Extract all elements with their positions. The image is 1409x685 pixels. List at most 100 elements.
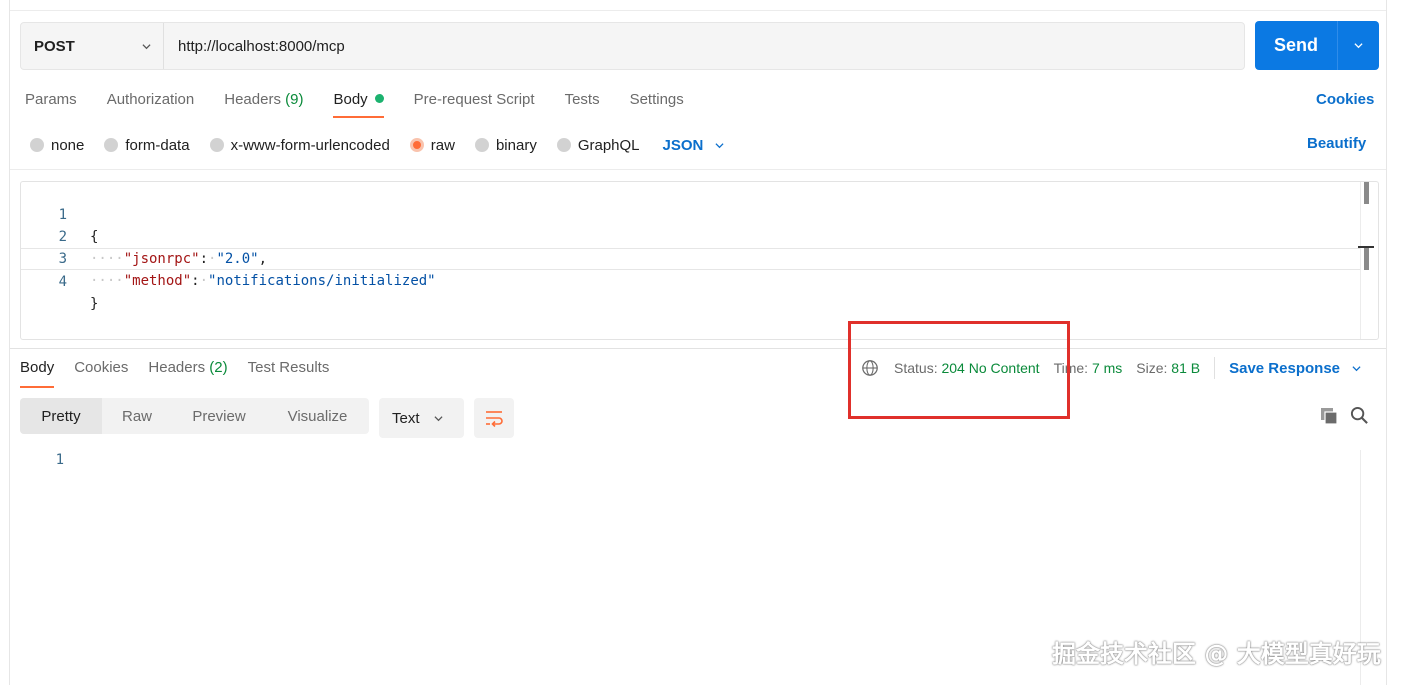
cookies-link[interactable]: Cookies (1316, 91, 1374, 108)
tab-label: Body (20, 359, 55, 376)
chevron-down-icon (142, 43, 151, 49)
radio-label: binary (495, 136, 537, 154)
response-divider[interactable] (10, 348, 1386, 349)
tab-body[interactable]: Body (333, 88, 384, 118)
time-value[interactable]: 7 ms (1092, 360, 1122, 376)
request-bar: POST http://localhost:8000/mcp (20, 22, 1245, 70)
tab-label: Body (333, 91, 368, 108)
section-divider (10, 169, 1386, 170)
code-text: ····"method":·"notifications/initialized… (90, 270, 436, 292)
view-mode-raw[interactable]: Raw (102, 398, 172, 434)
method-label: POST (34, 37, 75, 55)
code-line: 2 ····"jsonrpc":·"2.0", (21, 204, 1361, 267)
wrap-lines-icon (486, 411, 503, 427)
watermark-text: 掘金技术社区 @ 大模型真好玩 (1052, 640, 1381, 668)
method-select[interactable]: POST (21, 23, 164, 69)
code-line-current: 4 } (21, 248, 1361, 312)
radio-none[interactable]: none (30, 137, 84, 154)
response-tab-cookies[interactable]: Cookies (74, 357, 128, 388)
json-value: "notifications/initialized" (208, 273, 436, 289)
tab-pre-request-script[interactable]: Pre-request Script (414, 88, 535, 118)
radio-label: GraphQL (577, 136, 640, 154)
scrollbar-thumb[interactable] (1364, 182, 1369, 204)
request-tabs: Params Authorization Headers (9) Body Pr… (25, 88, 714, 118)
radio-binary[interactable]: binary (474, 136, 537, 154)
tab-tests[interactable]: Tests (565, 88, 600, 118)
close-brace: } (90, 296, 99, 312)
chevron-down-icon (1352, 365, 1361, 371)
view-mode-preview[interactable]: Preview (172, 398, 266, 434)
radio-circle (209, 138, 224, 152)
tab-label: Pre-request Script (413, 91, 535, 108)
radio-label: x-www-form-urlencoded (230, 136, 390, 154)
frame-right-border (1386, 0, 1387, 685)
body-type-selector: none form-data x-www-form-urlencoded raw… (30, 135, 724, 155)
radio-circle-selected (409, 138, 424, 152)
size-label: Size: (1136, 360, 1168, 376)
radio-circle (556, 138, 571, 152)
radio-circle (104, 138, 119, 152)
indent-whitespace: ···· (90, 273, 124, 289)
status-highlight-box (848, 321, 1070, 419)
json-colon: : (191, 273, 200, 289)
request-body-editor[interactable]: 1 { 2 ····"jsonrpc":·"2.0", 3 ····"metho… (20, 181, 1379, 340)
copy-icon[interactable] (1320, 407, 1338, 425)
space-marker: · (199, 273, 209, 289)
radio-form-data[interactable]: form-data (104, 136, 190, 154)
tab-headers[interactable]: Headers (9) (224, 88, 303, 118)
tab-label: Settings (629, 91, 684, 108)
tab-label: Params (25, 91, 77, 108)
response-format-select[interactable]: Text (379, 398, 464, 438)
send-label: Send (1273, 35, 1318, 55)
code-text: } (90, 293, 98, 315)
body-format-select[interactable]: JSON (663, 137, 725, 154)
response-tab-body[interactable]: Body (20, 357, 55, 388)
json-key: "method" (123, 273, 192, 289)
editor-scrollbar[interactable] (1358, 182, 1374, 339)
response-tabs: Body Cookies Headers (2) Test Results (20, 357, 349, 388)
tab-authorization[interactable]: Authorization (107, 88, 195, 118)
line-number: 1 (55, 452, 64, 468)
view-mode-visualize[interactable]: Visualize (266, 398, 369, 434)
size-value[interactable]: 81 B (1171, 360, 1200, 376)
code-line: 1 { (21, 182, 1361, 245)
radio-label: raw (430, 136, 455, 154)
tab-label: Tests (564, 91, 600, 108)
response-tab-headers[interactable]: Headers (2) (148, 357, 227, 388)
tab-label: Cookies (74, 359, 129, 376)
beautify-button[interactable]: Beautify (1307, 135, 1366, 152)
tab-label: Headers (224, 91, 281, 108)
search-icon[interactable] (1350, 406, 1369, 425)
radio-raw[interactable]: raw (409, 136, 455, 154)
save-response-label: Save Response (1229, 359, 1340, 377)
send-options-button[interactable] (1338, 41, 1379, 50)
chevron-down-icon (433, 415, 443, 421)
radio-circle (30, 138, 44, 152)
view-mode-segmented: Pretty Raw Preview Visualize (20, 398, 369, 434)
radio-x-www-form-urlencoded[interactable]: x-www-form-urlencoded (209, 136, 390, 154)
radio-label: form-data (125, 136, 190, 154)
view-mode-pretty[interactable]: Pretty (20, 398, 102, 434)
response-tab-test-results[interactable]: Test Results (248, 357, 330, 388)
line-number: 4 (58, 274, 67, 290)
url-input[interactable]: http://localhost:8000/mcp (164, 38, 345, 55)
send-button[interactable]: Send (1255, 21, 1379, 70)
radio-graphql[interactable]: GraphQL (556, 136, 640, 154)
tab-label: Test Results (247, 359, 330, 376)
chevron-down-icon (715, 142, 724, 148)
tab-settings[interactable]: Settings (630, 88, 684, 118)
radio-circle (474, 138, 489, 152)
code-line: 3 ····"method":·"notifications/initializ… (21, 226, 1361, 289)
wrap-lines-button[interactable] (474, 398, 514, 438)
tab-label: Headers (148, 359, 206, 376)
chevron-down-icon (1354, 43, 1363, 49)
body-indicator-dot (374, 94, 384, 103)
response-headers-count: (2) (209, 359, 228, 376)
tab-label: Authorization (106, 91, 195, 108)
top-divider (10, 10, 1386, 11)
scrollbar-thumb-marker (1364, 248, 1369, 270)
save-response-button[interactable]: Save Response (1214, 357, 1361, 379)
tab-params[interactable]: Params (25, 88, 77, 118)
response-format-label: Text (392, 409, 420, 427)
headers-count: (9) (285, 91, 304, 108)
